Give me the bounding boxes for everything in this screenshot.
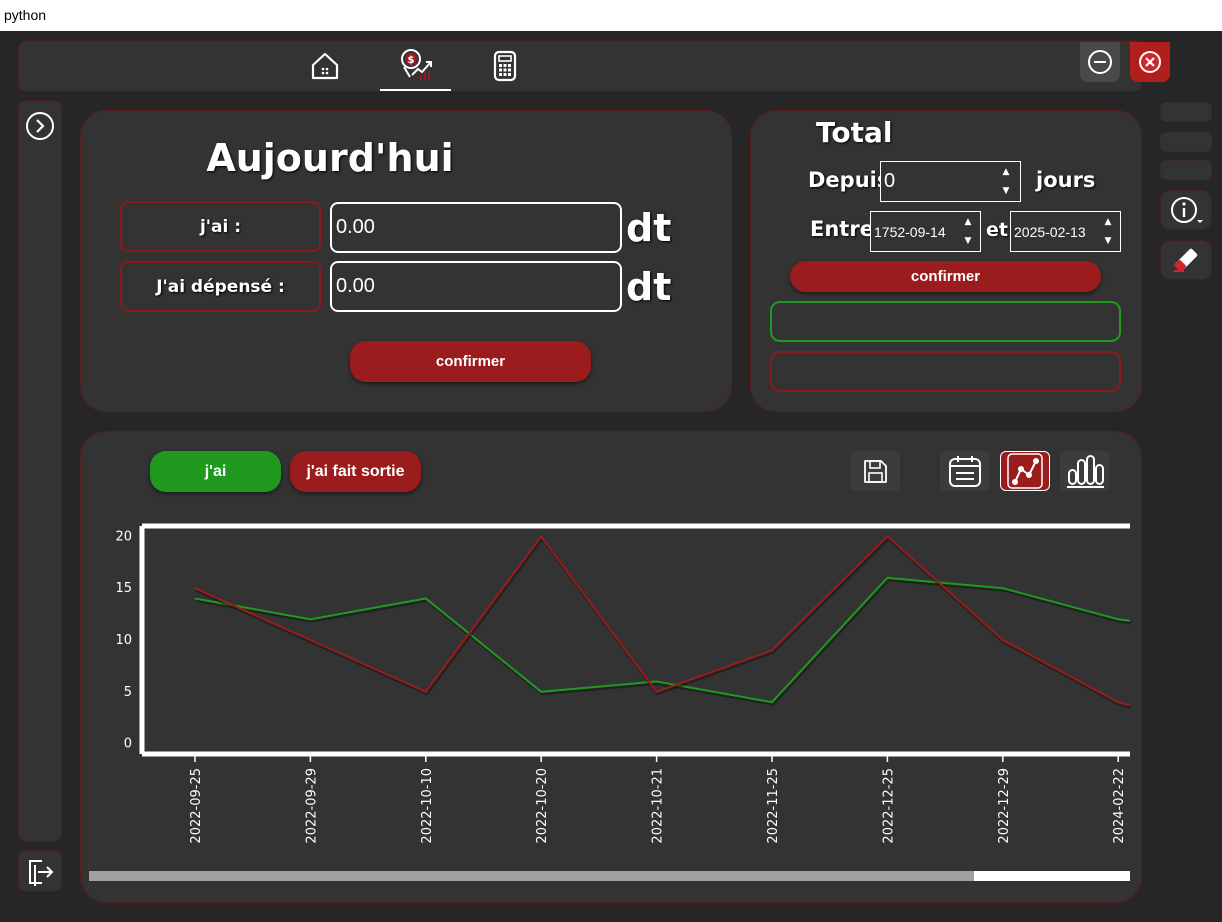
chevron-right-icon (26, 112, 54, 140)
line-chart-icon (1007, 453, 1043, 489)
top-nav-bar (18, 40, 1142, 92)
x-tick-label: 2022-10-10 (420, 768, 435, 844)
total-expense-result (770, 351, 1121, 392)
window-title: python (0, 0, 1222, 31)
x-tick-label: 2022-09-25 (189, 768, 204, 844)
finance-icon: $ (400, 49, 432, 80)
have-label: j'ai : (120, 201, 321, 252)
minimize-button[interactable] (1080, 42, 1120, 82)
since-days-spinbox[interactable]: 0 ▲ ▼ (880, 161, 1021, 202)
bar-chart-button[interactable] (1060, 451, 1110, 491)
right-sidebar-slot (1160, 132, 1212, 152)
x-tick-label: 2022-12-25 (881, 768, 896, 844)
line-chart-button[interactable] (1000, 451, 1050, 491)
today-title: Aujourd'hui (206, 136, 454, 180)
y-tick-label: 0 (124, 737, 132, 752)
left-sidebar (18, 100, 62, 842)
home-icon (311, 52, 339, 80)
have-unit: dt (626, 206, 672, 250)
spin-up-icon[interactable]: ▲ (992, 162, 1020, 182)
spin-down-icon[interactable]: ▼ (992, 182, 1020, 202)
start-date-value: 1752-09-14 (874, 223, 946, 240)
spent-label: J'ai dépensé : (120, 261, 321, 312)
total-confirm-button[interactable]: confirmer (790, 261, 1101, 292)
x-tick-label: 2022-12-29 (997, 768, 1012, 844)
and-label: et (986, 219, 1008, 241)
tab-calculator[interactable] (480, 41, 530, 91)
chart-scrollbar-track[interactable] (89, 871, 1130, 881)
minus-circle-icon (1088, 50, 1112, 74)
expand-sidebar-button[interactable] (24, 110, 56, 142)
spin-up-icon[interactable]: ▲ (956, 212, 980, 232)
info-icon (1171, 197, 1203, 223)
tab-home[interactable] (300, 41, 350, 91)
x-tick-label: 2022-10-20 (535, 768, 550, 844)
calendar-view-button[interactable] (940, 451, 990, 491)
chart-scrollbar-thumb[interactable] (89, 871, 974, 881)
out-filter-button[interactable]: j'ai fait sortie (290, 451, 421, 492)
logout-icon (29, 860, 54, 886)
eraser-button[interactable] (1160, 240, 1212, 280)
x-tick-label: 2024-02-22 (1112, 768, 1127, 844)
since-days-value: 0 (884, 170, 896, 192)
spent-unit: dt (626, 265, 672, 309)
tab-finance[interactable]: $ (380, 41, 451, 91)
close-circle-icon (1139, 51, 1161, 73)
y-tick-label: 10 (115, 633, 132, 648)
right-sidebar-slot (1160, 102, 1212, 122)
spin-up-icon[interactable]: ▲ (1096, 212, 1120, 232)
start-date-picker[interactable]: 1752-09-14 ▲ ▼ (870, 211, 981, 252)
calculator-icon (493, 50, 517, 82)
spin-down-icon[interactable]: ▼ (1096, 232, 1120, 252)
have-amount-input[interactable]: 0.00 (330, 202, 622, 253)
days-label: jours (1036, 168, 1096, 192)
since-label: Depuis (808, 168, 890, 192)
logout-button[interactable] (18, 850, 62, 892)
total-income-result (770, 301, 1121, 342)
x-tick-label: 2022-09-29 (304, 768, 319, 844)
total-title: Total (816, 116, 893, 149)
save-chart-button[interactable] (850, 451, 900, 491)
right-sidebar-slot (1160, 160, 1212, 180)
svg-text:$: $ (407, 55, 414, 66)
spent-amount-input[interactable]: 0.00 (330, 261, 622, 312)
x-tick-label: 2022-10-21 (651, 768, 666, 844)
plot-area (142, 526, 1140, 754)
end-date-value: 2025-02-13 (1014, 223, 1086, 240)
bar-chart-icon (1067, 455, 1104, 488)
y-tick-label: 5 (124, 685, 132, 700)
spin-down-icon[interactable]: ▼ (956, 232, 980, 252)
x-tick-label: 2022-11-25 (766, 768, 781, 844)
close-button[interactable] (1130, 42, 1170, 82)
y-tick-label: 15 (115, 581, 132, 596)
eraser-icon (1174, 248, 1198, 272)
info-button[interactable] (1160, 190, 1212, 230)
today-confirm-button[interactable]: confirmer (350, 341, 591, 382)
save-icon (864, 460, 887, 483)
calendar-icon (949, 456, 981, 487)
between-label: Entre (810, 217, 874, 241)
line-chart: 0 5 10 15 20 2022-09-25 2022-09-29 2022-10-10 2… (115, 523, 1140, 844)
end-date-picker[interactable]: 2025-02-13 ▲ ▼ (1010, 211, 1121, 252)
have-filter-button[interactable]: j'ai (150, 451, 281, 492)
y-tick-label: 20 (115, 529, 132, 544)
